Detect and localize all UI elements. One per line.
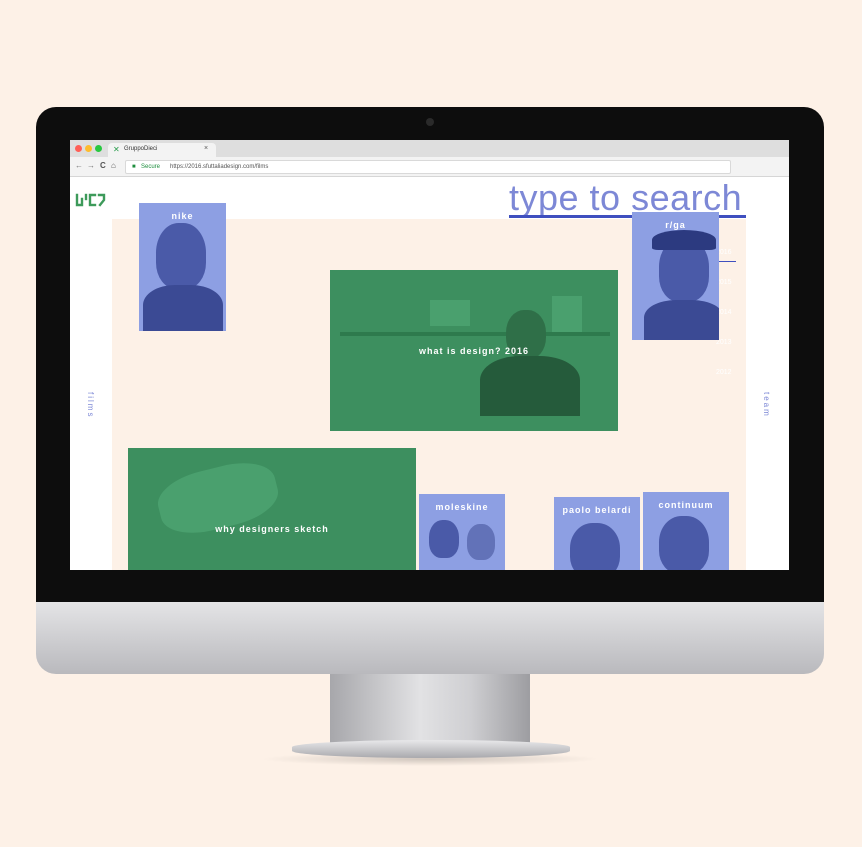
web-page: type to search films team 2016 2015 2014… [70, 177, 789, 570]
back-arrow-icon[interactable]: ← [75, 161, 83, 170]
year-underline [716, 261, 736, 262]
monitor-chin [36, 602, 824, 674]
card-title: moleskine [435, 502, 489, 512]
tab-strip: ✕ GruppoDieci × [70, 140, 789, 157]
cap-shape [652, 230, 716, 250]
card-title: paolo belardi [562, 505, 632, 515]
url-text[interactable]: https://2016.sfuttaliadesign.com/films [170, 161, 268, 173]
card-title: r/ga [665, 220, 686, 230]
film-card-moleskine[interactable]: moleskine [419, 494, 505, 570]
portrait-body [143, 285, 223, 331]
year-2013[interactable]: 2013 [716, 339, 732, 346]
film-card-rga[interactable]: r/ga [632, 212, 719, 340]
film-card-nike[interactable]: nike [139, 203, 226, 331]
maximize-window-button[interactable] [95, 145, 102, 152]
forward-arrow-icon[interactable]: → [87, 161, 95, 170]
lock-icon: ■ [132, 164, 136, 170]
year-2012[interactable]: 2012 [716, 369, 732, 376]
security-label: Secure [141, 164, 161, 170]
shelf-shape [340, 332, 610, 336]
close-window-button[interactable] [75, 145, 82, 152]
portrait-image [570, 523, 620, 570]
browser-window: ✕ GruppoDieci × ← → C ⌂ ■ Secure https:/… [70, 140, 789, 570]
tab-title: GruppoDieci [124, 146, 158, 152]
reload-icon[interactable]: C [100, 161, 106, 170]
monitor-stand-foot [292, 740, 570, 758]
portrait-image [156, 223, 206, 289]
card-title: why designers sketch [215, 524, 329, 534]
tab-close-icon[interactable]: × [204, 145, 208, 152]
portrait-image [659, 516, 709, 570]
portrait-image [467, 524, 495, 560]
team-nav-link[interactable]: team [762, 392, 771, 418]
film-card-continuum[interactable]: continuum [643, 492, 729, 570]
portrait-image [429, 520, 459, 558]
browser-toolbar: ← → C ⌂ ■ Secure https://2016.sfuttaliad… [70, 157, 789, 177]
portrait-body [644, 300, 719, 340]
camera-icon [426, 118, 434, 126]
dieci-logo-icon[interactable] [74, 189, 110, 209]
monitor-stand-neck [330, 674, 530, 744]
film-card-paolo-belardi[interactable]: paolo belardi [554, 497, 640, 570]
card-title: continuum [658, 500, 714, 510]
film-card-why-designers-sketch[interactable]: why designers sketch [128, 448, 416, 570]
browser-tab[interactable]: ✕ GruppoDieci × [108, 143, 216, 157]
home-icon[interactable]: ⌂ [111, 161, 116, 170]
minimize-window-button[interactable] [85, 145, 92, 152]
address-bar[interactable]: ■ Secure https://2016.sfuttaliadesign.co… [125, 160, 731, 174]
films-nav-link[interactable]: films [86, 392, 95, 418]
film-card-what-is-design[interactable]: what is design? 2016 [330, 270, 618, 431]
frame-shape [430, 300, 470, 326]
card-title: what is design? 2016 [418, 346, 530, 356]
favicon-icon: ✕ [113, 145, 120, 154]
person-body [480, 356, 580, 416]
frame-shape [552, 296, 582, 332]
card-title: nike [171, 211, 194, 221]
